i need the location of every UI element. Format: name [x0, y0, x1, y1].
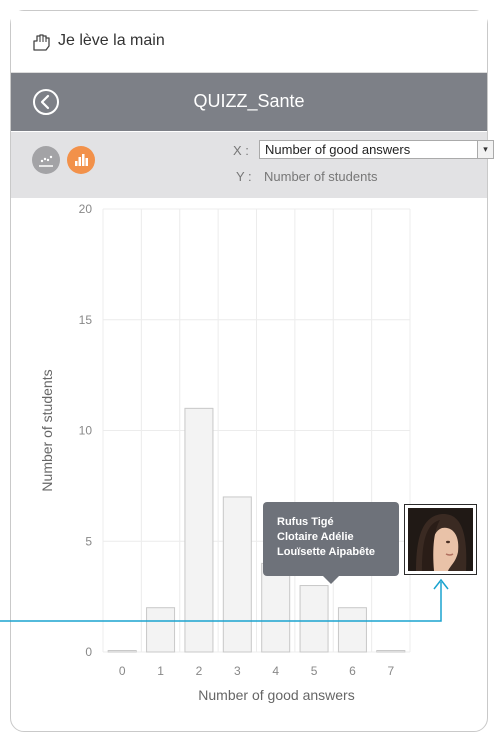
- portrait-image: [408, 508, 473, 571]
- x-tick-label: 3: [234, 664, 241, 678]
- students-tooltip: Rufus Tigé Clotaire Adélie Louïsette Aip…: [263, 502, 399, 584]
- chart-bar: [337, 607, 367, 653]
- x-tick-label: 1: [157, 664, 164, 678]
- chart-bar: [376, 650, 406, 653]
- y-tick-label: 10: [79, 424, 93, 438]
- tooltip-name: Rufus Tigé: [277, 516, 334, 528]
- chart-bar: [299, 585, 329, 653]
- x-axis-title: Number of good answers: [198, 687, 354, 703]
- y-tick-label: 0: [85, 645, 92, 659]
- chart-bar: [184, 407, 214, 653]
- x-tick-label: 0: [119, 664, 126, 678]
- student-photo[interactable]: [404, 504, 477, 575]
- student-avatar: [408, 508, 473, 571]
- chart-bar: [222, 496, 252, 653]
- y-tick-label: 20: [79, 202, 93, 216]
- y-tick-label: 5: [85, 534, 92, 548]
- tooltip-name: Clotaire Adélie: [277, 531, 354, 543]
- chart-bar: [107, 650, 137, 653]
- bar-chart: 0 5 10 15 20 0 1 2 3 4 5 6 7 Number of good answers Nu…: [0, 202, 449, 703]
- x-tick-label: 4: [272, 664, 279, 678]
- chart-bar: [146, 607, 176, 653]
- tooltip-name: Louïsette Aipabête: [277, 546, 375, 558]
- x-tick-label: 5: [311, 664, 318, 678]
- x-tick-label: 6: [349, 664, 356, 678]
- chart-bar: [261, 562, 291, 653]
- connector-line: [0, 582, 442, 622]
- x-tick-label: 7: [387, 664, 394, 678]
- y-tick-label: 15: [79, 313, 93, 327]
- y-axis-title: Number of students: [39, 369, 55, 491]
- tooltip-pointer: [323, 576, 339, 584]
- x-tick-label: 2: [196, 664, 203, 678]
